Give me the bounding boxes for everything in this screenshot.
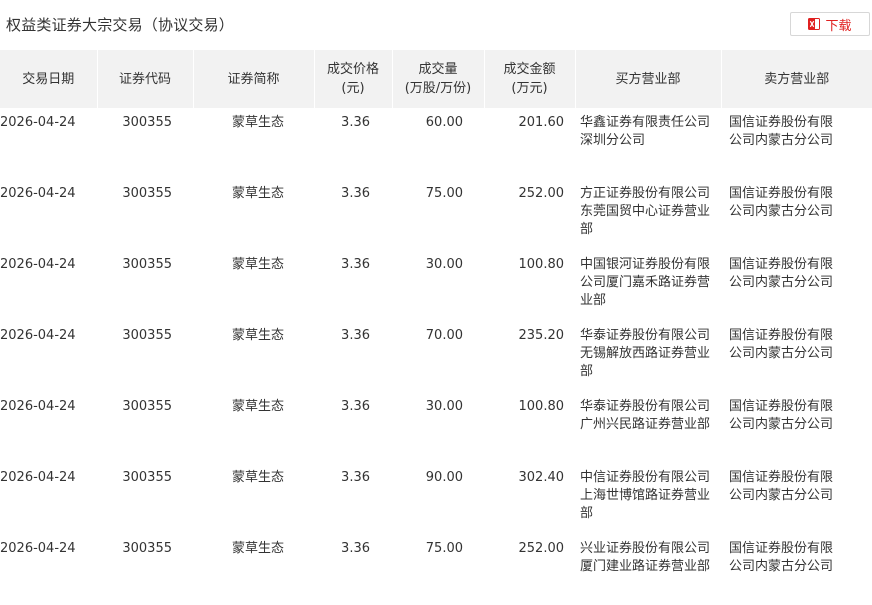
cell-name: 蒙草生态	[231, 328, 284, 343]
header-code[interactable]: 证券代码	[97, 50, 194, 108]
cell-name: 蒙草生态	[231, 470, 284, 485]
cell-date: 2026-04-24	[0, 470, 76, 485]
cell-amount: 252.00	[518, 186, 565, 201]
cell-code: 300355	[122, 186, 172, 201]
block-trade-table: 交易日期 证券代码 证券简称 成交价格 (元) 成交量 (万股/万份) 成交金额…	[0, 50, 872, 605]
table-row: 2026-04-24 300355 蒙草生态 3.36 90.00 302.40 中信证券股…	[0, 463, 872, 534]
cell-buyer: 华泰证券股份有限公司无锡解放西路证券营业部	[580, 328, 711, 379]
cell-amount: 302.40	[518, 470, 565, 485]
table-row: 2026-04-24 300355 蒙草生态 3.36 60.00 201.60 华鑫证券有…	[0, 108, 872, 179]
cell-buyer: 兴业证券股份有限公司厦门建业路证券营业部	[580, 541, 711, 574]
cell-buyer: 华泰证券股份有限公司广州兴民路证券营业部	[580, 399, 711, 432]
cell-seller: 国信证券股份有限公司内蒙古分公司	[729, 257, 834, 290]
cell-amount: 252.00	[518, 541, 565, 556]
cell-price: 3.36	[341, 328, 370, 343]
download-label: 下载	[825, 18, 852, 34]
header-amount-label: 成交金额	[503, 62, 556, 77]
cell-price: 3.36	[341, 186, 370, 201]
cell-seller: 国信证券股份有限公司内蒙古分公司	[729, 541, 834, 574]
download-button[interactable]: 下载	[790, 12, 870, 36]
table-row: 2026-04-24 300355 蒙草生态 3.36 70.00 235.20 华泰证券股…	[0, 321, 872, 392]
cell-price: 3.36	[341, 541, 370, 556]
cell-seller: 国信证券股份有限公司内蒙古分公司	[729, 186, 834, 219]
table-row: 2026-04-24 300355 蒙草生态 3.36 75.00 252.00 兴业证券股…	[0, 534, 872, 605]
cell-seller: 国信证券股份有限公司内蒙古分公司	[729, 470, 834, 503]
cell-code: 300355	[122, 399, 172, 414]
cell-name: 蒙草生态	[231, 186, 284, 201]
table-header-row: 交易日期 证券代码 证券简称 成交价格 (元) 成交量 (万股/万份) 成交金额…	[0, 50, 872, 108]
cell-amount: 235.20	[518, 328, 565, 343]
cell-code: 300355	[122, 541, 172, 556]
cell-buyer: 中信证券股份有限公司上海世博馆路证券营业部	[580, 470, 711, 521]
cell-code: 300355	[122, 257, 172, 272]
cell-amount: 100.80	[518, 399, 565, 414]
cell-date: 2026-04-24	[0, 399, 76, 414]
cell-price: 3.36	[341, 257, 370, 272]
header-volume[interactable]: 成交量 (万股/万份)	[392, 50, 485, 108]
cell-volume: 75.00	[425, 186, 463, 201]
header-amount[interactable]: 成交金额 (万元)	[484, 50, 576, 108]
cell-volume: 30.00	[425, 399, 463, 414]
header-amount-unit: (万元)	[511, 81, 548, 96]
cell-seller: 国信证券股份有限公司内蒙古分公司	[729, 328, 834, 361]
cell-price: 3.36	[341, 470, 370, 485]
cell-buyer: 方正证券股份有限公司东莞国贸中心证券营业部	[580, 186, 711, 237]
cell-date: 2026-04-24	[0, 115, 76, 130]
cell-price: 3.36	[341, 399, 370, 414]
header-volume-label: 成交量	[418, 62, 458, 77]
cell-name: 蒙草生态	[231, 115, 284, 130]
header-price-label: 成交价格	[326, 62, 379, 77]
cell-date: 2026-04-24	[0, 541, 76, 556]
table-row: 2026-04-24 300355 蒙草生态 3.36 30.00 100.80 中国银河证…	[0, 250, 872, 321]
cell-amount: 201.60	[518, 115, 565, 130]
cell-date: 2026-04-24	[0, 328, 76, 343]
cell-volume: 90.00	[425, 470, 463, 485]
cell-name: 蒙草生态	[231, 541, 284, 556]
cell-buyer: 华鑫证券有限责任公司深圳分公司	[580, 115, 711, 148]
cell-code: 300355	[122, 328, 172, 343]
header-name[interactable]: 证券简称	[193, 50, 315, 108]
excel-icon	[808, 18, 821, 30]
cell-date: 2026-04-24	[0, 186, 76, 201]
header-date[interactable]: 交易日期	[0, 50, 98, 108]
cell-name: 蒙草生态	[231, 257, 284, 272]
cell-buyer: 中国银河证券股份有限公司厦门嘉禾路证券营业部	[580, 257, 711, 308]
cell-code: 300355	[122, 470, 172, 485]
cell-seller: 国信证券股份有限公司内蒙古分公司	[729, 115, 834, 148]
cell-volume: 60.00	[425, 115, 463, 130]
table-row: 2026-04-24 300355 蒙草生态 3.36 75.00 252.00 方正证券股…	[0, 179, 872, 250]
page-title: 权益类证券大宗交易（协议交易）	[6, 16, 235, 34]
cell-name: 蒙草生态	[231, 399, 284, 414]
cell-volume: 70.00	[425, 328, 463, 343]
cell-amount: 100.80	[518, 257, 565, 272]
cell-date: 2026-04-24	[0, 257, 76, 272]
cell-volume: 75.00	[425, 541, 463, 556]
table-row: 2026-04-24 300355 蒙草生态 3.36 30.00 100.80 华泰证券股…	[0, 392, 872, 463]
cell-seller: 国信证券股份有限公司内蒙古分公司	[729, 399, 834, 432]
header-volume-unit: (万股/万份)	[404, 81, 472, 96]
cell-code: 300355	[122, 115, 172, 130]
cell-volume: 30.00	[425, 257, 463, 272]
header-seller[interactable]: 卖方营业部	[721, 50, 872, 108]
cell-price: 3.36	[341, 115, 370, 130]
header-price-unit: (元)	[341, 81, 365, 96]
header-price[interactable]: 成交价格 (元)	[314, 50, 393, 108]
table-body: 2026-04-24 300355 蒙草生态 3.36 60.00 201.60 华鑫证券有…	[0, 108, 872, 605]
header-buyer[interactable]: 买方营业部	[575, 50, 722, 108]
